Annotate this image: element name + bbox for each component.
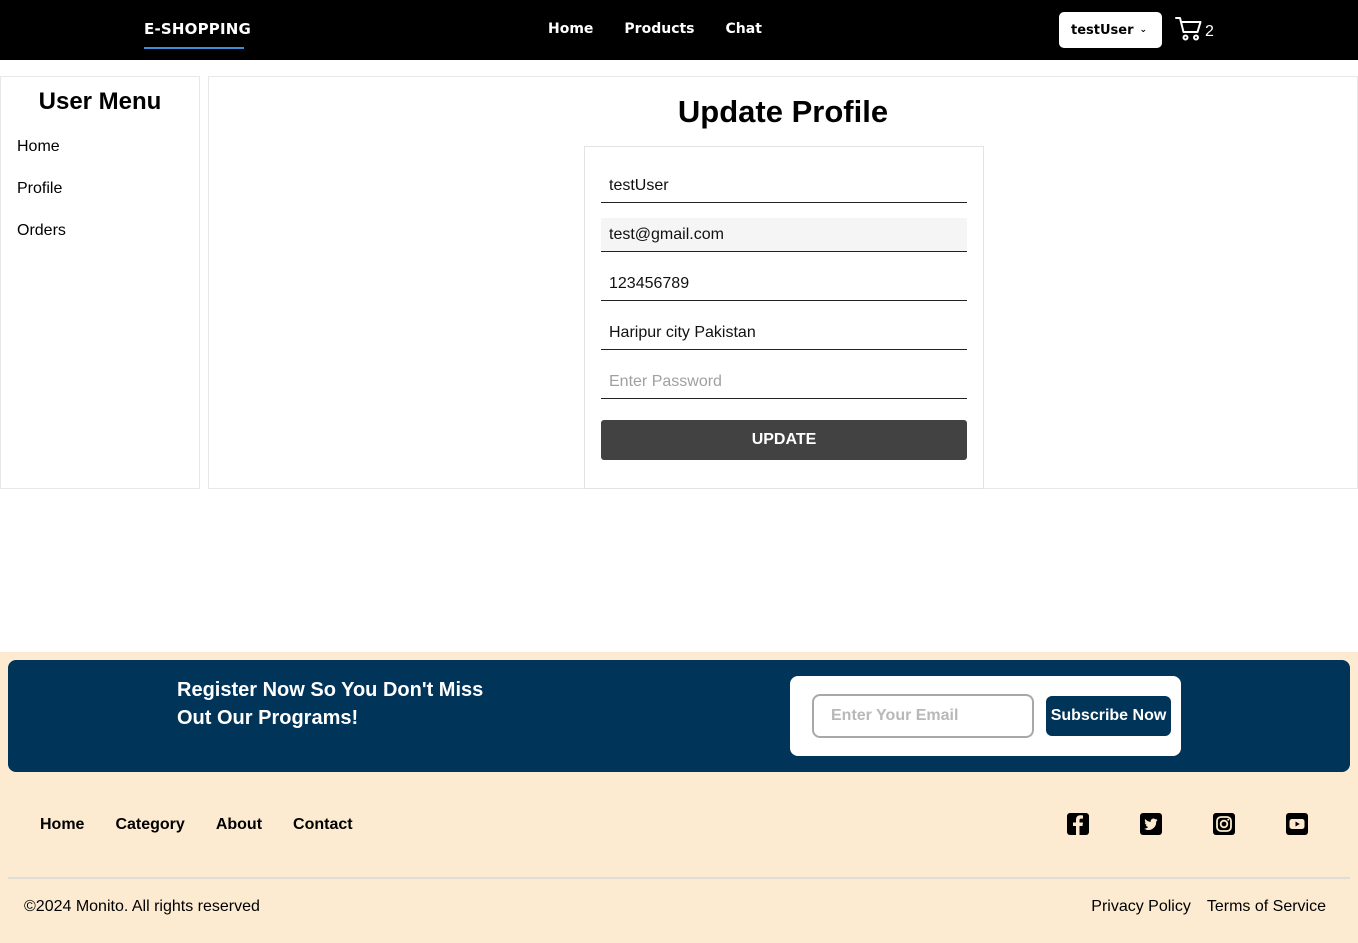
- footer-link-home[interactable]: Home: [40, 816, 84, 834]
- youtube-icon[interactable]: [1285, 812, 1309, 836]
- footer-link-about[interactable]: About: [216, 816, 262, 834]
- page-title: Update Profile: [677, 94, 889, 129]
- user-dropdown-button[interactable]: testUser ⌄: [1059, 12, 1162, 48]
- password-field[interactable]: [601, 365, 967, 399]
- sidebar-item-orders[interactable]: Orders: [1, 220, 199, 262]
- user-menu-sidebar: User Menu Home Profile Orders: [0, 76, 200, 489]
- address-field[interactable]: [601, 316, 967, 350]
- newsletter-email-input[interactable]: [812, 694, 1034, 738]
- nav-link-home[interactable]: Home: [548, 21, 593, 37]
- phone-field[interactable]: [601, 267, 967, 301]
- navbar: E-SHOPPING Home Products Chat testUser ⌄…: [0, 0, 1358, 60]
- update-button[interactable]: UPDATE: [601, 420, 967, 460]
- subscribe-box: Subscribe Now: [790, 676, 1181, 756]
- email-field[interactable]: [601, 218, 967, 252]
- nav-link-chat[interactable]: Chat: [726, 21, 762, 37]
- sidebar-item-home[interactable]: Home: [1, 136, 199, 178]
- newsletter-banner: Register Now So You Don't Miss Out Our P…: [8, 660, 1350, 772]
- cart-count: 2: [1205, 22, 1214, 40]
- banner-text: Register Now So You Don't Miss Out Our P…: [177, 679, 484, 729]
- legal-links: Privacy Policy Terms of Service: [1091, 898, 1326, 916]
- footer: Register Now So You Don't Miss Out Our P…: [0, 652, 1358, 943]
- footer-divider: [8, 877, 1350, 879]
- footer-link-category[interactable]: Category: [115, 816, 184, 834]
- chevron-down-icon: ⌄: [1139, 25, 1148, 35]
- social-links: [1066, 812, 1309, 836]
- instagram-icon[interactable]: [1212, 812, 1236, 836]
- subscribe-button[interactable]: Subscribe Now: [1046, 696, 1171, 736]
- user-name-label: testUser: [1071, 22, 1134, 38]
- name-field[interactable]: [601, 169, 967, 203]
- sidebar-list: Home Profile Orders: [1, 136, 199, 262]
- privacy-policy-link[interactable]: Privacy Policy: [1091, 898, 1191, 916]
- sidebar-item-profile[interactable]: Profile: [1, 178, 199, 220]
- brand-underline: [144, 47, 244, 49]
- facebook-icon[interactable]: [1066, 812, 1090, 836]
- update-profile-form: UPDATE: [584, 146, 984, 489]
- terms-of-service-link[interactable]: Terms of Service: [1207, 898, 1326, 916]
- main-content: Update Profile UPDATE: [208, 76, 1358, 489]
- nav-links: Home Products Chat: [548, 21, 762, 37]
- twitter-icon[interactable]: [1139, 812, 1163, 836]
- nav-link-products[interactable]: Products: [624, 21, 694, 37]
- cart-icon: [1175, 16, 1203, 47]
- footer-links: Home Category About Contact: [40, 816, 353, 834]
- cart-button[interactable]: 2: [1175, 16, 1214, 47]
- copyright-text: ©2024 Monito. All rights reserved: [24, 898, 260, 915]
- brand-logo[interactable]: E-SHOPPING: [144, 20, 251, 38]
- sidebar-title: User Menu: [38, 88, 162, 115]
- footer-link-contact[interactable]: Contact: [293, 816, 353, 834]
